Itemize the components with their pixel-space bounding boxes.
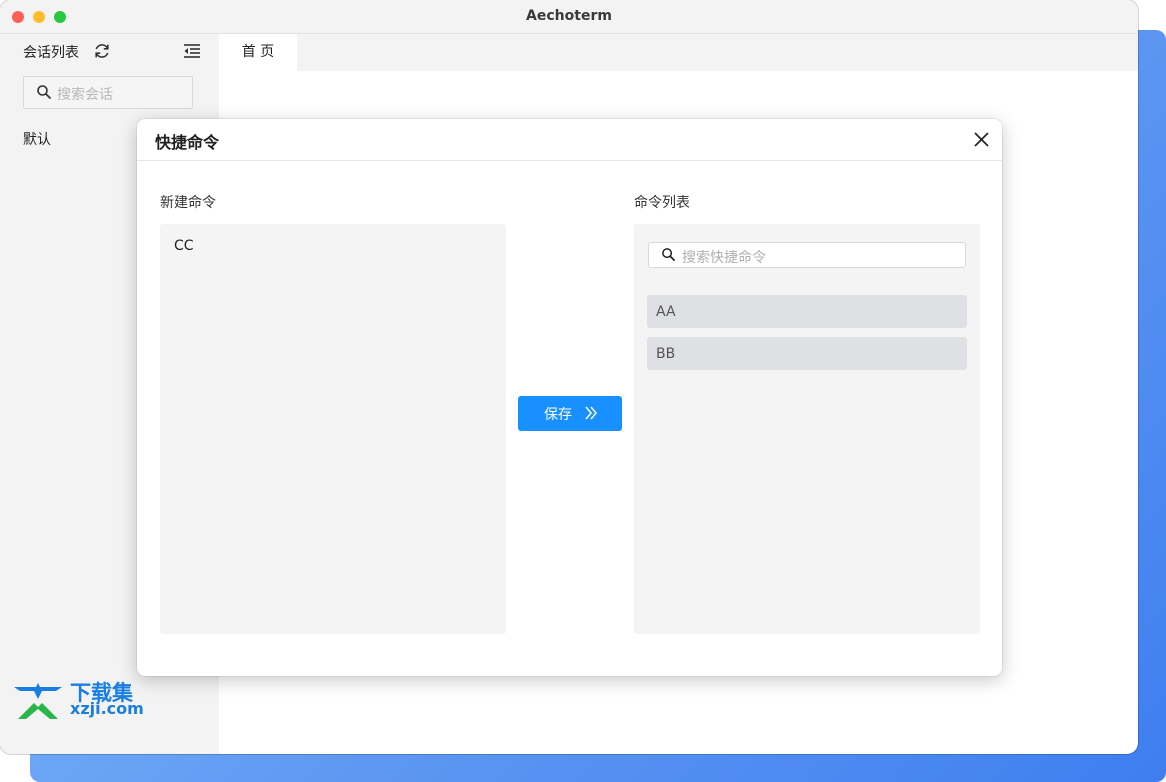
watermark-logo-icon: [14, 683, 62, 719]
app-window: Aechoterm 会话列表 搜索会话 默认 首 页 下载集 xzji.com …: [0, 0, 1138, 754]
close-icon[interactable]: [973, 131, 990, 148]
command-list-label: 命令列表: [634, 195, 690, 211]
session-search-input[interactable]: 搜索会话: [23, 76, 193, 109]
command-list-panel: 搜索快捷命令 AA BB: [634, 224, 980, 634]
double-chevron-right-icon: [585, 406, 597, 420]
new-command-textarea[interactable]: CC: [160, 224, 506, 634]
watermark: 下载集 xzji.com: [12, 677, 162, 723]
dialog-title: 快捷命令: [155, 133, 220, 152]
search-icon: [662, 248, 676, 262]
new-command-value: CC: [174, 238, 194, 254]
command-item-label: BB: [656, 346, 676, 362]
search-icon: [37, 85, 52, 100]
command-search-input[interactable]: 搜索快捷命令: [648, 242, 966, 268]
quick-commands-dialog: 快捷命令 新建命令 命令列表 CC 保存 搜索快捷命令 AA BB: [137, 119, 1002, 676]
command-search-placeholder: 搜索快捷命令: [682, 250, 766, 266]
collapse-menu-icon[interactable]: [182, 41, 202, 61]
watermark-domain: xzji.com: [70, 699, 144, 718]
window-title: Aechoterm: [526, 8, 612, 24]
command-list-item[interactable]: BB: [647, 337, 967, 370]
refresh-icon[interactable]: [92, 41, 112, 61]
title-bar: Aechoterm: [0, 0, 1138, 34]
session-list-title: 会话列表: [23, 45, 79, 61]
dialog-header: 快捷命令: [137, 119, 1002, 161]
tab-home[interactable]: 首 页: [219, 34, 297, 71]
new-command-label: 新建命令: [160, 195, 216, 211]
sidebar-item-default[interactable]: 默认: [23, 129, 51, 149]
save-button-label: 保存: [544, 407, 572, 423]
save-button[interactable]: 保存: [518, 396, 622, 431]
command-list-item[interactable]: AA: [647, 295, 967, 328]
tab-bar: 首 页: [219, 34, 1138, 71]
session-search-placeholder: 搜索会话: [57, 87, 113, 103]
command-item-label: AA: [656, 304, 676, 320]
